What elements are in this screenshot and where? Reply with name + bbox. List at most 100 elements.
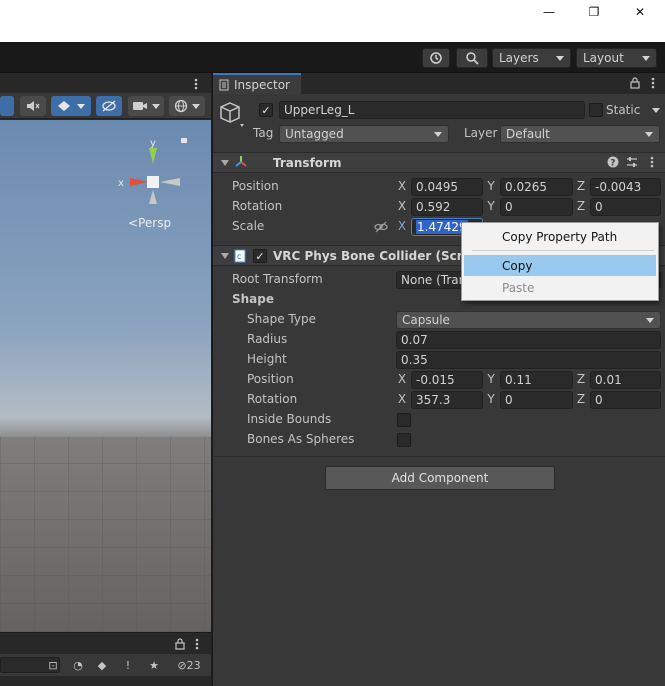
collider-position-y-field[interactable]: 0.11 [500, 371, 573, 389]
static-dropdown-icon[interactable] [652, 108, 660, 113]
collider-rotation-y-field[interactable]: 0 [500, 391, 573, 409]
presets-icon[interactable] [626, 156, 638, 168]
gameobject-cube-icon[interactable] [219, 100, 251, 130]
undo-history-button[interactable] [422, 48, 450, 68]
svg-text:?: ? [610, 159, 615, 169]
collider-enabled-checkbox[interactable]: ✓ [253, 249, 267, 263]
collider-position-z-field[interactable]: 0.01 [590, 371, 661, 389]
scene-toolbar [0, 93, 211, 119]
tag-dropdown[interactable]: Untagged [279, 125, 449, 143]
gizmos-dropdown[interactable] [169, 96, 205, 116]
lock-icon[interactable] [175, 638, 185, 650]
hidden-packages-toggle[interactable]: ⊘ 23 [172, 657, 206, 673]
orientation-gizmo[interactable]: y x [118, 132, 188, 212]
chevron-down-icon [77, 103, 85, 109]
transform-scale-label: Scale [232, 219, 265, 233]
bones-as-spheres-label: Bones As Spheres [247, 432, 355, 446]
eye-hidden-icon [102, 100, 116, 112]
collider-position-x-field[interactable]: -0.015 [411, 371, 483, 389]
chevron-down-icon [152, 103, 160, 109]
radius-field[interactable]: 0.07 [396, 331, 661, 349]
transform-position-y-field[interactable]: 0.0265 [500, 178, 573, 196]
gizmo-x-label: x [118, 178, 124, 189]
transform-position-z-field[interactable]: -0.0043 [590, 178, 661, 196]
axis-y-label: Y [487, 372, 495, 386]
ground-grid [0, 437, 211, 632]
tag-label: Tag [253, 126, 274, 140]
foldout-arrow-icon [221, 160, 229, 166]
scene-panel: y x <Persp ⊡ ◔ ◆ ! ★ ⊘ 23 [0, 73, 211, 686]
transform-rotation-z-field[interactable]: 0 [590, 198, 661, 216]
hidden-objects-toggle[interactable] [96, 96, 122, 116]
panel-menu-icon[interactable] [650, 77, 656, 89]
audio-toggle-button[interactable] [20, 96, 46, 116]
transform-header[interactable]: Transform ? [213, 152, 665, 173]
lock-icon[interactable] [630, 77, 640, 89]
inside-bounds-checkbox[interactable] [397, 413, 411, 427]
collider-rotation-z-field[interactable]: 0 [590, 391, 661, 409]
favorite-star-icon[interactable]: ★ [146, 657, 162, 673]
chevron-down-icon [646, 317, 654, 323]
window-title-bar: — ❐ ✕ [0, 0, 665, 42]
gameobject-name-field[interactable]: UpperLeg_L [279, 101, 585, 119]
main-toolbar: Layers Layout [0, 42, 665, 73]
inside-bounds-label: Inside Bounds [247, 412, 332, 426]
transform-rotation-x-field[interactable]: 0.592 [411, 198, 483, 216]
camera-settings-dropdown[interactable] [128, 96, 164, 116]
shape-type-dropdown[interactable]: Capsule [396, 311, 661, 329]
shape-section-header: Shape [232, 292, 275, 306]
root-transform-label: Root Transform [232, 272, 323, 286]
minimize-icon: — [543, 5, 555, 19]
chevron-down-icon [642, 55, 650, 61]
axis-x-label: X [397, 199, 407, 213]
gameobject-active-checkbox[interactable]: ✓ [259, 103, 273, 117]
layers-dropdown[interactable]: Layers [492, 48, 571, 68]
speaker-mute-icon [27, 101, 40, 111]
layer-label: Layer [464, 126, 498, 140]
chevron-down-icon [556, 55, 564, 61]
help-icon[interactable]: ? [607, 156, 619, 168]
search-filter-icon[interactable]: ⊡ [45, 657, 61, 673]
height-field[interactable]: 0.35 [396, 351, 661, 369]
tab-inspector[interactable]: Inspector [213, 73, 301, 94]
unlink-scale-icon[interactable] [374, 221, 388, 233]
transform-position-label: Position [232, 179, 279, 193]
effects-dropdown[interactable] [51, 96, 91, 116]
component-menu-icon[interactable] [649, 156, 655, 168]
layers-label: Layers [499, 51, 539, 65]
inspector-tab-bar: Inspector [213, 73, 665, 94]
project-toolbar: ⊡ ◔ ◆ ! ★ ⊘ 23 [0, 654, 211, 676]
add-component-button[interactable]: Add Component [325, 466, 555, 490]
projection-label[interactable]: <Persp [128, 216, 171, 230]
scene-viewport[interactable]: y x <Persp [0, 120, 211, 632]
context-menu-item-copy-property-path[interactable]: Copy Property Path [464, 226, 656, 247]
project-panel-header [0, 632, 211, 654]
restore-icon: ❐ [588, 5, 600, 19]
bones-as-spheres-checkbox[interactable] [397, 433, 411, 447]
panel-menu-icon[interactable] [193, 78, 199, 90]
panel-menu-icon[interactable] [194, 638, 200, 650]
search-button[interactable] [456, 48, 488, 68]
eye-hidden-icon: ⊘ [177, 658, 187, 672]
transform-rotation-y-field[interactable]: 0 [500, 198, 573, 216]
axis-y-label: Y [487, 392, 495, 406]
svg-text:c: c [237, 252, 241, 261]
static-label: Static [606, 103, 641, 117]
context-menu-item-copy[interactable]: Copy [464, 255, 656, 276]
collider-rotation-x-field[interactable]: 357.3 [411, 391, 483, 409]
axis-z-label: Z [576, 392, 586, 406]
layout-dropdown[interactable]: Layout [576, 48, 657, 68]
transform-position-x-field[interactable]: 0.0495 [411, 178, 483, 196]
static-checkbox[interactable] [589, 103, 603, 117]
filter-by-label-icon[interactable]: ◆ [94, 657, 110, 673]
transform-rotation-label: Rotation [232, 199, 283, 213]
close-button[interactable]: ✕ [617, 0, 663, 24]
scene-tab-header [0, 73, 211, 93]
maximize-button[interactable]: ❐ [571, 0, 617, 24]
minimize-button[interactable]: — [526, 0, 572, 24]
draw-mode-button[interactable] [0, 96, 14, 116]
warning-icon[interactable]: ! [120, 657, 136, 673]
layer-dropdown[interactable]: Default [500, 125, 660, 143]
filter-by-type-icon[interactable]: ◔ [70, 657, 86, 673]
context-menu-item-paste[interactable]: Paste [464, 277, 656, 298]
